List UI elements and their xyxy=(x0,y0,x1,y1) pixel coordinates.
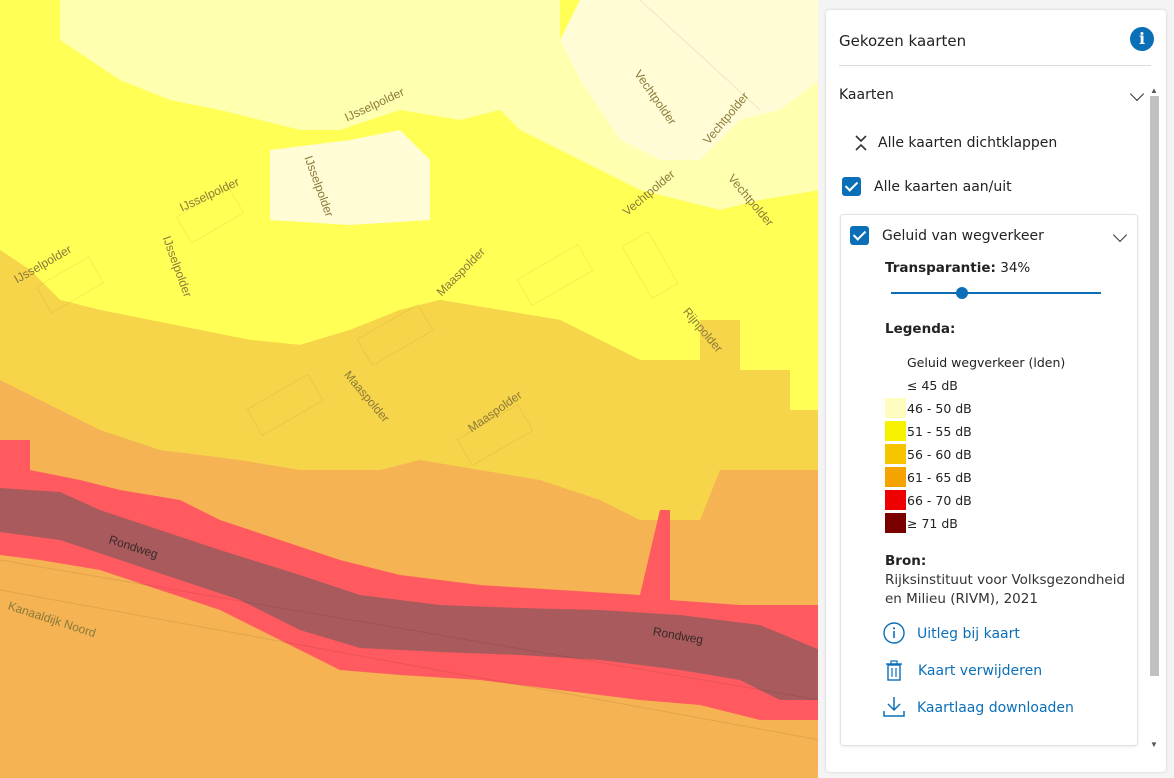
source-line-1: Rijksinstituut voor Volksgezondheid xyxy=(885,572,1126,588)
legend-item: 66 - 70 dB xyxy=(907,493,972,508)
divider xyxy=(839,65,1151,66)
legend-item: 56 - 60 dB xyxy=(907,447,972,462)
legend-swatch xyxy=(885,467,906,487)
transparency-value: 34% xyxy=(1000,260,1031,276)
scroll-down-icon[interactable]: ▼ xyxy=(1150,740,1158,749)
remove-map-link[interactable]: Kaart verwijderen xyxy=(918,663,1042,679)
legend-item: 61 - 65 dB xyxy=(907,470,972,485)
download-icon[interactable] xyxy=(883,696,905,718)
legend-swatch xyxy=(885,490,906,510)
collapse-all-button[interactable]: Alle kaarten dichtklappen xyxy=(878,135,1057,151)
download-layer-link[interactable]: Kaartlaag downloaden xyxy=(917,700,1074,716)
maps-section-title[interactable]: Kaarten xyxy=(839,87,894,103)
legend-swatch xyxy=(885,398,906,418)
legend-swatch xyxy=(885,375,906,395)
chevron-down-icon[interactable] xyxy=(1129,86,1145,102)
legend-item: ≤ 45 dB xyxy=(907,378,958,393)
panel-title: Gekozen kaarten xyxy=(839,32,967,50)
scrollbar-thumb[interactable] xyxy=(1150,96,1159,676)
side-panel: Gekozen kaarten i Kaarten ▲ ▼ Alle kaart… xyxy=(818,0,1174,778)
transparency-slider[interactable] xyxy=(891,292,1101,294)
collapse-all-icon[interactable] xyxy=(854,134,868,152)
explain-map-link[interactable]: Uitleg bij kaart xyxy=(917,626,1020,642)
transparency-label-text: Transparantie: xyxy=(885,260,996,276)
info-circle-icon[interactable] xyxy=(883,622,905,644)
legend-item: 46 - 50 dB xyxy=(907,401,972,416)
legend-heading: Geluid wegverkeer (lden) xyxy=(907,355,1066,370)
layer-name[interactable]: Geluid van wegverkeer xyxy=(882,228,1044,244)
legend-title: Legenda: xyxy=(885,321,956,337)
toggle-all-label[interactable]: Alle kaarten aan/uit xyxy=(874,179,1012,195)
chosen-maps-card: Gekozen kaarten i Kaarten ▲ ▼ Alle kaart… xyxy=(826,10,1166,772)
legend-item: 51 - 55 dB xyxy=(907,424,972,439)
layer-visibility-checkbox[interactable] xyxy=(850,226,869,245)
legend-swatch xyxy=(885,444,906,464)
legend-item: ≥ 71 dB xyxy=(907,516,958,531)
info-icon[interactable]: i xyxy=(1130,27,1154,51)
legend-swatch xyxy=(885,421,906,441)
source-line-2: en Milieu (RIVM), 2021 xyxy=(885,591,1038,607)
trash-icon[interactable] xyxy=(885,660,903,682)
source-label: Bron: xyxy=(885,553,927,569)
legend-swatch xyxy=(885,513,906,533)
scroll-up-icon[interactable]: ▲ xyxy=(1150,86,1158,95)
toggle-all-checkbox[interactable] xyxy=(842,177,861,196)
transparency-label: Transparantie: 34% xyxy=(885,260,1030,276)
